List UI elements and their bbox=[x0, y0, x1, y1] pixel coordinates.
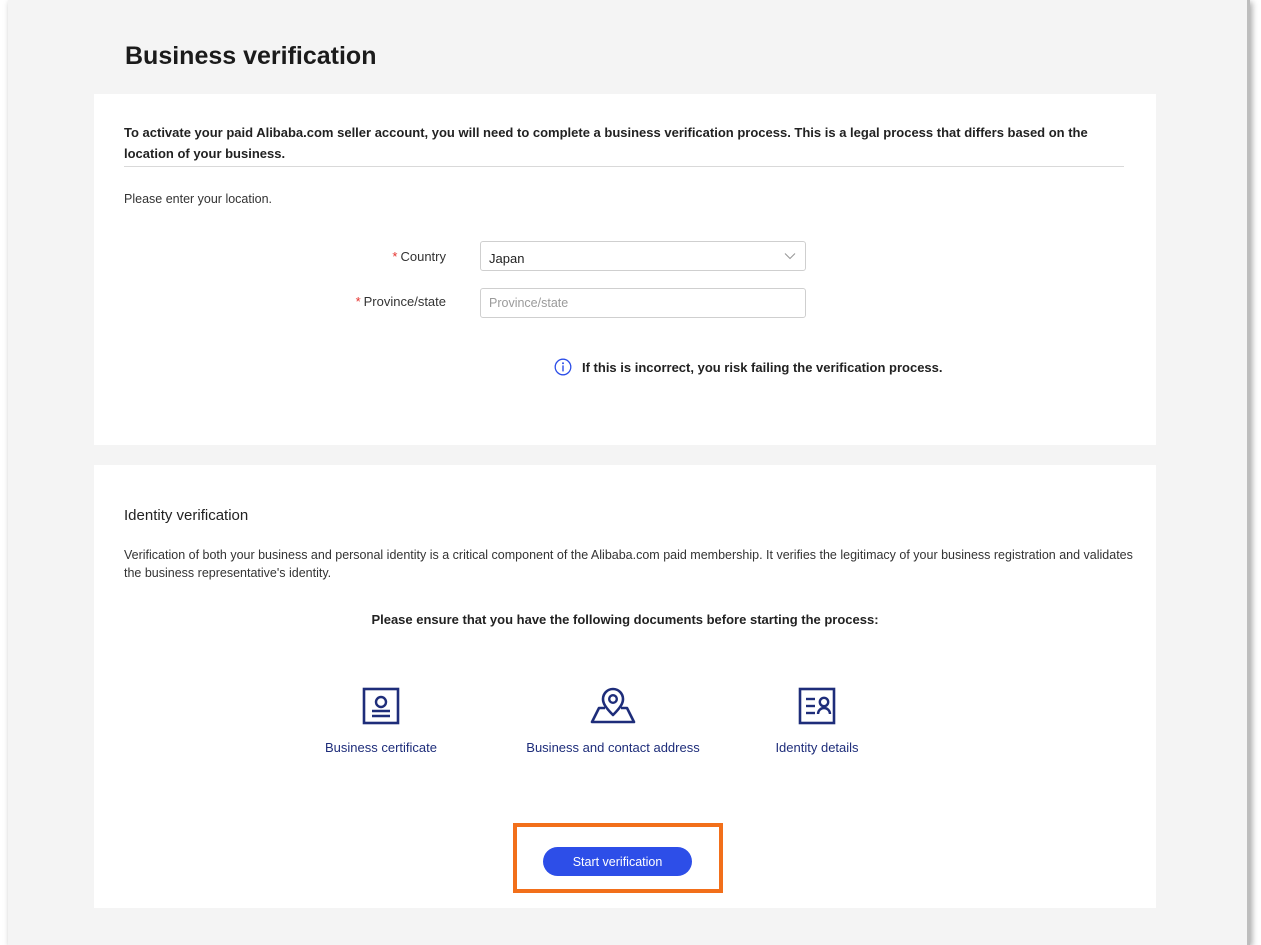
required-mark: * bbox=[355, 294, 361, 309]
document-business-address: Business and contact address bbox=[506, 687, 720, 755]
location-prompt: Please enter your location. bbox=[124, 192, 273, 206]
documents-prompt: Please ensure that you have the followin… bbox=[371, 612, 879, 627]
country-label-text: Country bbox=[400, 249, 446, 264]
country-select[interactable]: Japan bbox=[480, 241, 806, 271]
certificate-icon bbox=[362, 687, 400, 725]
identity-title: Identity verification bbox=[124, 507, 249, 524]
intro-text: To activate your paid Alibaba.com seller… bbox=[124, 125, 1088, 161]
identity-description: Verification of both your business and p… bbox=[124, 548, 1133, 580]
country-label: * Country bbox=[246, 249, 446, 264]
page-title: Business verification bbox=[125, 42, 377, 70]
document-label: Identity details bbox=[775, 740, 859, 755]
warning-message: If this is incorrect, you risk failing t… bbox=[554, 358, 943, 376]
start-verification-button[interactable]: Start verification bbox=[543, 847, 692, 876]
document-identity-details: Identity details bbox=[762, 687, 872, 755]
divider bbox=[124, 166, 1124, 167]
province-input[interactable] bbox=[480, 288, 806, 318]
id-card-icon bbox=[798, 687, 836, 725]
info-icon bbox=[554, 358, 572, 376]
document-label: Business and contact address bbox=[526, 740, 700, 755]
location-card: To activate your paid Alibaba.com seller… bbox=[94, 94, 1156, 445]
province-label-text: Province/state bbox=[363, 294, 446, 309]
country-select-value: Japan bbox=[489, 251, 525, 266]
page-frame: Business verification To activate your p… bbox=[8, 0, 1250, 945]
required-mark: * bbox=[392, 249, 398, 264]
province-label: * Province/state bbox=[246, 294, 446, 309]
location-pin-icon bbox=[590, 687, 636, 724]
warning-text: If this is incorrect, you risk failing t… bbox=[582, 359, 943, 375]
chevron-down-icon bbox=[784, 253, 796, 260]
document-label: Business certificate bbox=[325, 740, 437, 755]
document-business-certificate: Business certificate bbox=[311, 687, 451, 755]
